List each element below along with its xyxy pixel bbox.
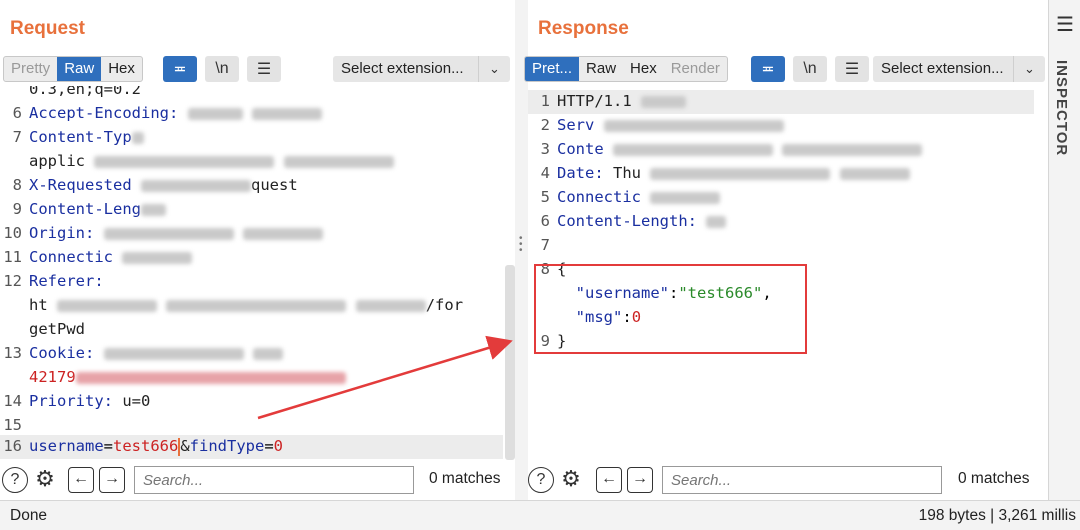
help-icon[interactable]: ?: [2, 467, 28, 493]
chevron-down-icon: ⌄: [1013, 56, 1045, 82]
request-editor[interactable]: 0.3,en;q=0.2 6 Accept-Encoding: 7 Content-…: [0, 86, 503, 460]
code-line: 1 HTTP/1.1: [528, 90, 1034, 114]
wrap-icon: ≖: [761, 61, 775, 78]
request-search-bar: ? ⚙ ← → 0 matches: [0, 464, 515, 496]
code-line: 6 Accept-Encoding:: [0, 102, 503, 126]
previous-match-button[interactable]: ←: [596, 467, 622, 493]
response-view-tabs: Pret... Raw Hex Render: [524, 56, 728, 82]
code-line: 13 Cookie:: [0, 342, 503, 366]
request-search-input[interactable]: [134, 466, 414, 494]
next-match-button[interactable]: →: [627, 467, 653, 493]
inspector-label[interactable]: INSPECTOR: [1053, 60, 1070, 156]
code-line: 3 Conte: [528, 138, 1048, 162]
newline-label: \n: [215, 60, 229, 77]
code-line: 12 Referer:: [3, 272, 104, 290]
code-line: 14 Priority: u=0: [3, 392, 151, 410]
tab-raw[interactable]: Raw: [57, 57, 102, 81]
code-line: 11 Connectic: [0, 246, 503, 270]
code-line: 15: [3, 416, 22, 434]
hamburger-icon: ☰: [256, 61, 272, 78]
code-line: 7 Content-Typ: [0, 126, 503, 150]
drag-handle-icon[interactable]: • • •: [519, 234, 524, 256]
code-line: getPwd: [29, 320, 85, 338]
settings-gear-icon[interactable]: ⚙: [558, 467, 584, 493]
code-line: 42179: [0, 366, 503, 390]
status-bar: Done 198 bytes | 3,261 millis: [0, 500, 1080, 530]
wrap-lines-button[interactable]: ≖: [751, 56, 785, 82]
code-line: 0.3,en;q=0.2: [29, 86, 141, 98]
show-newlines-button[interactable]: \n: [793, 56, 827, 82]
wrap-icon: ≖: [173, 61, 187, 78]
response-stats: 198 bytes | 3,261 millis: [918, 507, 1076, 524]
wrap-lines-button[interactable]: ≖: [163, 56, 197, 82]
hamburger-icon[interactable]: ☰: [1056, 12, 1074, 37]
response-pane: Response Pret... Raw Hex Render ≖ \n ☰ S…: [524, 0, 1048, 500]
status-text: Done: [10, 507, 48, 524]
chevron-down-icon: ⌄: [478, 56, 510, 82]
extension-select-label: Select extension...: [881, 60, 1004, 77]
newline-label: \n: [803, 60, 817, 77]
request-scrollbar[interactable]: [505, 265, 515, 460]
code-line: 8 X-Requested quest: [12, 176, 298, 194]
tab-hex[interactable]: Hex: [623, 57, 664, 81]
tab-raw[interactable]: Raw: [579, 57, 623, 81]
request-toolbar: Pretty Raw Hex ≖ \n ☰ Select extension..…: [0, 54, 515, 84]
extension-select-label: Select extension...: [341, 60, 464, 77]
burp-repeater-window: Request Pretty Raw Hex ≖ \n ☰ Select ext…: [0, 0, 1080, 530]
tab-pretty[interactable]: Pretty: [4, 57, 57, 81]
code-line: 10 Origin:: [0, 222, 503, 246]
code-line: 2 Serv: [528, 114, 1048, 138]
inspector-sidebar[interactable]: ☰ INSPECTOR: [1048, 0, 1080, 500]
response-extension-select[interactable]: Select extension... ⌄: [873, 56, 1045, 82]
next-match-button[interactable]: →: [99, 467, 125, 493]
code-line: 7: [540, 236, 550, 254]
request-title: Request: [10, 18, 85, 39]
code-line: 9 Content-Leng: [0, 198, 503, 222]
tab-pretty[interactable]: Pret...: [525, 57, 580, 81]
response-search-input[interactable]: [662, 466, 942, 494]
code-line: ht /for: [29, 296, 464, 314]
response-matches-count: 0 matches: [958, 470, 1030, 487]
response-menu-button[interactable]: ☰: [835, 56, 869, 82]
request-body-line: 16 username=test666 &findType=0: [0, 435, 503, 459]
code-line: 6 Content-Length:: [528, 210, 1048, 234]
help-icon[interactable]: ?: [528, 467, 554, 493]
response-search-bar: ? ⚙ ← → 0 matches: [528, 464, 1048, 496]
request-view-tabs: Pretty Raw Hex: [3, 56, 143, 82]
request-matches-count: 0 matches: [429, 470, 501, 487]
settings-gear-icon[interactable]: ⚙: [32, 467, 58, 493]
show-newlines-button[interactable]: \n: [205, 56, 239, 82]
tab-render[interactable]: Render: [664, 57, 727, 81]
previous-match-button[interactable]: ←: [68, 467, 94, 493]
response-title: Response: [538, 18, 629, 39]
annotation-highlight-box: [534, 264, 807, 354]
hamburger-icon: ☰: [844, 61, 860, 78]
request-menu-button[interactable]: ☰: [247, 56, 281, 82]
request-pane: Request Pretty Raw Hex ≖ \n ☰ Select ext…: [0, 0, 515, 500]
code-line: 4 Date: Thu: [528, 162, 1048, 186]
code-line: 5 Connectic: [528, 186, 1048, 210]
response-toolbar: Pret... Raw Hex Render ≖ \n ☰ Select ext…: [524, 54, 1048, 84]
tab-hex[interactable]: Hex: [101, 57, 142, 81]
request-extension-select[interactable]: Select extension... ⌄: [333, 56, 510, 82]
code-line: applic: [0, 150, 503, 174]
